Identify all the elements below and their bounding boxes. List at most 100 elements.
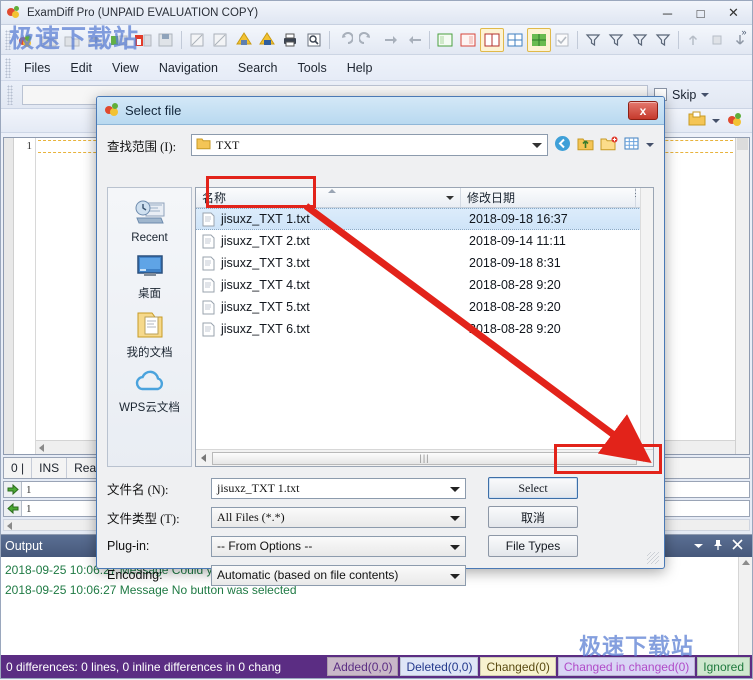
sidebar-item-my-documents[interactable]: 我的文档 bbox=[110, 308, 190, 363]
maximize-button[interactable]: □ bbox=[684, 3, 717, 23]
dialog-nav-icons bbox=[554, 135, 654, 155]
move-up-icon[interactable] bbox=[682, 28, 705, 52]
plugin-select[interactable]: -- From Options -- bbox=[211, 536, 466, 557]
skip-option[interactable]: Skip bbox=[654, 88, 746, 102]
views-icon[interactable] bbox=[624, 136, 640, 154]
view-color-icon[interactable] bbox=[527, 28, 550, 52]
look-in-combobox[interactable]: TXT bbox=[191, 134, 548, 156]
output-vscrollbar[interactable] bbox=[738, 557, 752, 657]
view-split-icon[interactable] bbox=[480, 28, 503, 52]
select-button[interactable]: Select bbox=[488, 477, 578, 499]
filename-value: jisuxz_TXT 1.txt bbox=[217, 481, 299, 496]
folder-dropdown-icon[interactable] bbox=[712, 119, 720, 123]
sidebar-label-recent: Recent bbox=[131, 232, 167, 244]
chevron-down-icon[interactable] bbox=[450, 487, 460, 492]
cancel-button[interactable]: 取消 bbox=[488, 506, 578, 528]
stop-icon[interactable] bbox=[705, 28, 728, 52]
table-row[interactable]: jisuxz_TXT 5.txt 2018-08-28 9:20 文 bbox=[196, 296, 653, 318]
menu-search[interactable]: Search bbox=[228, 58, 288, 78]
up-folder-icon[interactable] bbox=[577, 136, 594, 155]
output-scroll-up-icon[interactable] bbox=[742, 560, 750, 565]
file-types-button[interactable]: File Types bbox=[488, 535, 578, 557]
filter4-icon[interactable] bbox=[651, 28, 674, 52]
chevron-down-icon[interactable] bbox=[532, 143, 542, 148]
save-both-icon[interactable] bbox=[255, 28, 278, 52]
filetype-select[interactable]: All Files (*.*) bbox=[211, 507, 466, 528]
chevron-down-icon[interactable] bbox=[701, 93, 709, 97]
save-icon[interactable] bbox=[154, 28, 177, 52]
prev-diff-icon[interactable] bbox=[403, 28, 426, 52]
table-row[interactable]: jisuxz_TXT 6.txt 2018-08-28 9:20 文 bbox=[196, 318, 653, 340]
vscroll-thumb[interactable] bbox=[737, 138, 748, 150]
dialog-resize-grip[interactable] bbox=[647, 552, 659, 564]
menubar-grip[interactable] bbox=[5, 58, 11, 78]
edit-right-icon[interactable] bbox=[208, 28, 231, 52]
sidebar-item-desktop[interactable]: 桌面 bbox=[110, 251, 190, 304]
menu-files[interactable]: Files bbox=[14, 58, 60, 78]
filter1-icon[interactable] bbox=[581, 28, 604, 52]
column-filter-icon[interactable] bbox=[446, 196, 454, 200]
views-dropdown-icon[interactable] bbox=[646, 143, 654, 147]
filter2-icon[interactable] bbox=[604, 28, 627, 52]
sidebar-item-wps-cloud[interactable]: WPS云文档 bbox=[110, 367, 190, 418]
column-header-name[interactable]: 名称 bbox=[196, 188, 461, 207]
view-red-icon[interactable] bbox=[457, 28, 480, 52]
output-dropdown-icon[interactable] bbox=[693, 539, 704, 553]
view-green-icon[interactable] bbox=[433, 28, 456, 52]
folder-icon bbox=[196, 137, 211, 153]
menu-edit[interactable]: Edit bbox=[60, 58, 102, 78]
pathrow-grip[interactable] bbox=[7, 85, 13, 105]
back-icon[interactable] bbox=[554, 135, 571, 155]
chevron-down-icon[interactable] bbox=[450, 574, 460, 579]
close-button[interactable]: ✕ bbox=[717, 3, 750, 23]
menu-tools[interactable]: Tools bbox=[288, 58, 337, 78]
table-row[interactable]: jisuxz_TXT 3.txt 2018-09-18 8:31 文 bbox=[196, 252, 653, 274]
menu-navigation[interactable]: Navigation bbox=[149, 58, 228, 78]
chevron-down-icon[interactable] bbox=[450, 545, 460, 550]
hscroll-thumb[interactable]: ||| bbox=[212, 452, 637, 465]
filename-input[interactable]: jisuxz_TXT 1.txt bbox=[211, 478, 466, 499]
encoding-select[interactable]: Automatic (based on file contents) bbox=[211, 565, 466, 586]
encoding-value: Automatic (based on file contents) bbox=[217, 568, 398, 582]
undo-icon[interactable] bbox=[333, 28, 356, 52]
view-check-icon[interactable] bbox=[551, 28, 574, 52]
redo-icon[interactable] bbox=[356, 28, 379, 52]
menu-help[interactable]: Help bbox=[337, 58, 383, 78]
filter3-icon[interactable] bbox=[628, 28, 651, 52]
next-diff-icon[interactable] bbox=[379, 28, 402, 52]
file-list-hscrollbar[interactable]: ||| bbox=[196, 449, 653, 466]
toolbar-overflow-button[interactable]: » bbox=[738, 28, 750, 37]
menu-view[interactable]: View bbox=[102, 58, 149, 78]
plugin-label: Plug-in: bbox=[107, 539, 205, 553]
nav-scroll-left-icon[interactable] bbox=[7, 522, 12, 530]
file-list-header: 名称 修改日期 ⋮⋮ bbox=[196, 188, 653, 208]
edit-left-icon[interactable] bbox=[185, 28, 208, 52]
table-row[interactable]: jisuxz_TXT 4.txt 2018-08-28 9:20 文 bbox=[196, 274, 653, 296]
dialog-close-button[interactable]: x bbox=[628, 101, 658, 120]
output-close-icon[interactable] bbox=[732, 539, 743, 553]
new-folder-icon[interactable] bbox=[600, 136, 618, 155]
table-row[interactable]: jisuxz_TXT 2.txt 2018-09-14 11:11 文 bbox=[196, 230, 653, 252]
save-left-icon[interactable] bbox=[232, 28, 255, 52]
sidebar-item-recent[interactable]: Recent bbox=[110, 196, 190, 247]
browse-folder-icon[interactable] bbox=[688, 111, 706, 130]
file-list-vscrollbar[interactable] bbox=[640, 188, 653, 449]
menu-bar: Files Edit View Navigation Search Tools … bbox=[1, 55, 752, 81]
column-header-date[interactable]: 修改日期 bbox=[461, 188, 636, 207]
print-icon[interactable] bbox=[279, 28, 302, 52]
dialog-body: 查找范围 (I): TXT bbox=[97, 125, 664, 568]
view-grid-icon[interactable] bbox=[504, 28, 527, 52]
scroll-right-icon[interactable] bbox=[643, 454, 648, 462]
arrow-right-green-icon[interactable] bbox=[4, 482, 22, 497]
table-row[interactable]: jisuxz_TXT 1.txt 2018-09-18 16:37 文 bbox=[196, 208, 653, 230]
file-date-cell: 2018-09-18 16:37 bbox=[461, 212, 636, 226]
print-preview-icon[interactable] bbox=[302, 28, 325, 52]
scroll-left-icon[interactable] bbox=[201, 454, 206, 462]
scroll-left-icon[interactable] bbox=[39, 444, 44, 452]
file-list[interactable]: 名称 修改日期 ⋮⋮ j bbox=[195, 187, 654, 467]
output-pin-icon[interactable] bbox=[713, 539, 723, 554]
arrow-left-green-icon[interactable] bbox=[4, 501, 22, 516]
minimize-button[interactable]: ─ bbox=[651, 3, 684, 23]
right-vscrollbar[interactable] bbox=[735, 138, 749, 454]
chevron-down-icon[interactable] bbox=[450, 516, 460, 521]
